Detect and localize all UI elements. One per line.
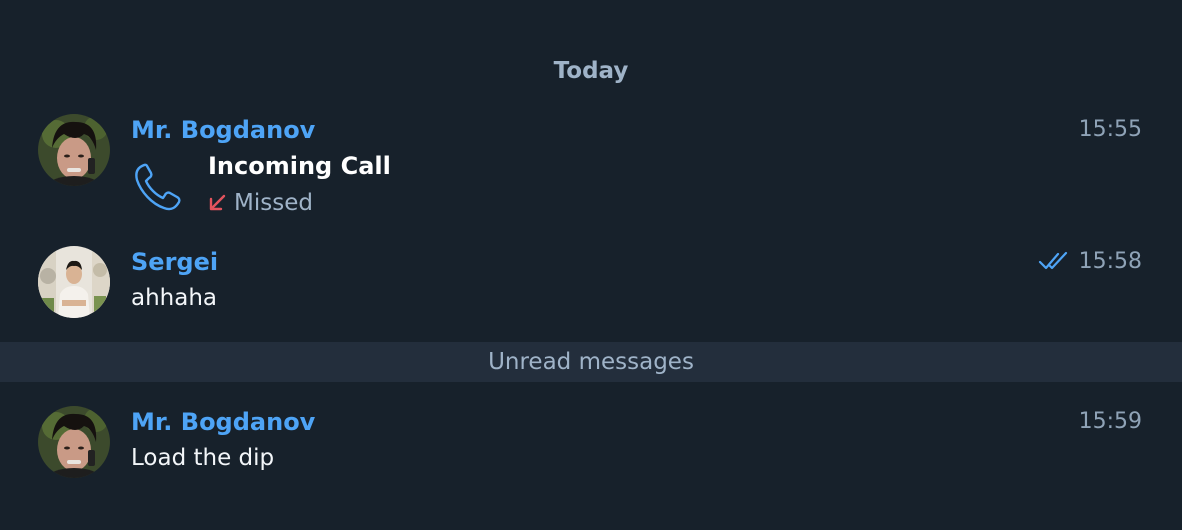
message-time: 15:59	[1078, 409, 1142, 434]
call-title: Incoming Call	[208, 152, 391, 180]
message-time: 15:55	[1078, 117, 1142, 142]
bogdanov-avatar-icon	[38, 114, 110, 186]
message-time: 15:58	[1078, 249, 1142, 274]
double-check-icon	[1038, 251, 1068, 270]
call-status-text: Missed	[234, 190, 313, 216]
unread-messages-separator: Unread messages	[0, 342, 1182, 382]
chat-history: Today Mr. Bogdanov 15:55 Incoming Call M…	[0, 0, 1182, 530]
bogdanov-avatar-icon	[38, 406, 110, 478]
sergei-avatar-icon	[38, 246, 110, 318]
phone-icon[interactable]	[132, 160, 186, 214]
message-body[interactable]: Load the dip	[131, 445, 274, 471]
sender-name[interactable]: Mr. Bogdanov	[131, 408, 315, 436]
sender-name[interactable]: Mr. Bogdanov	[131, 116, 315, 144]
call-status: Missed	[206, 190, 313, 216]
avatar[interactable]	[38, 246, 110, 318]
sender-name[interactable]: Sergei	[131, 248, 218, 276]
date-separator: Today	[553, 58, 629, 84]
avatar[interactable]	[38, 406, 110, 478]
message-body[interactable]: ahhaha	[131, 285, 217, 311]
avatar[interactable]	[38, 114, 110, 186]
missed-arrow-icon	[209, 194, 226, 211]
